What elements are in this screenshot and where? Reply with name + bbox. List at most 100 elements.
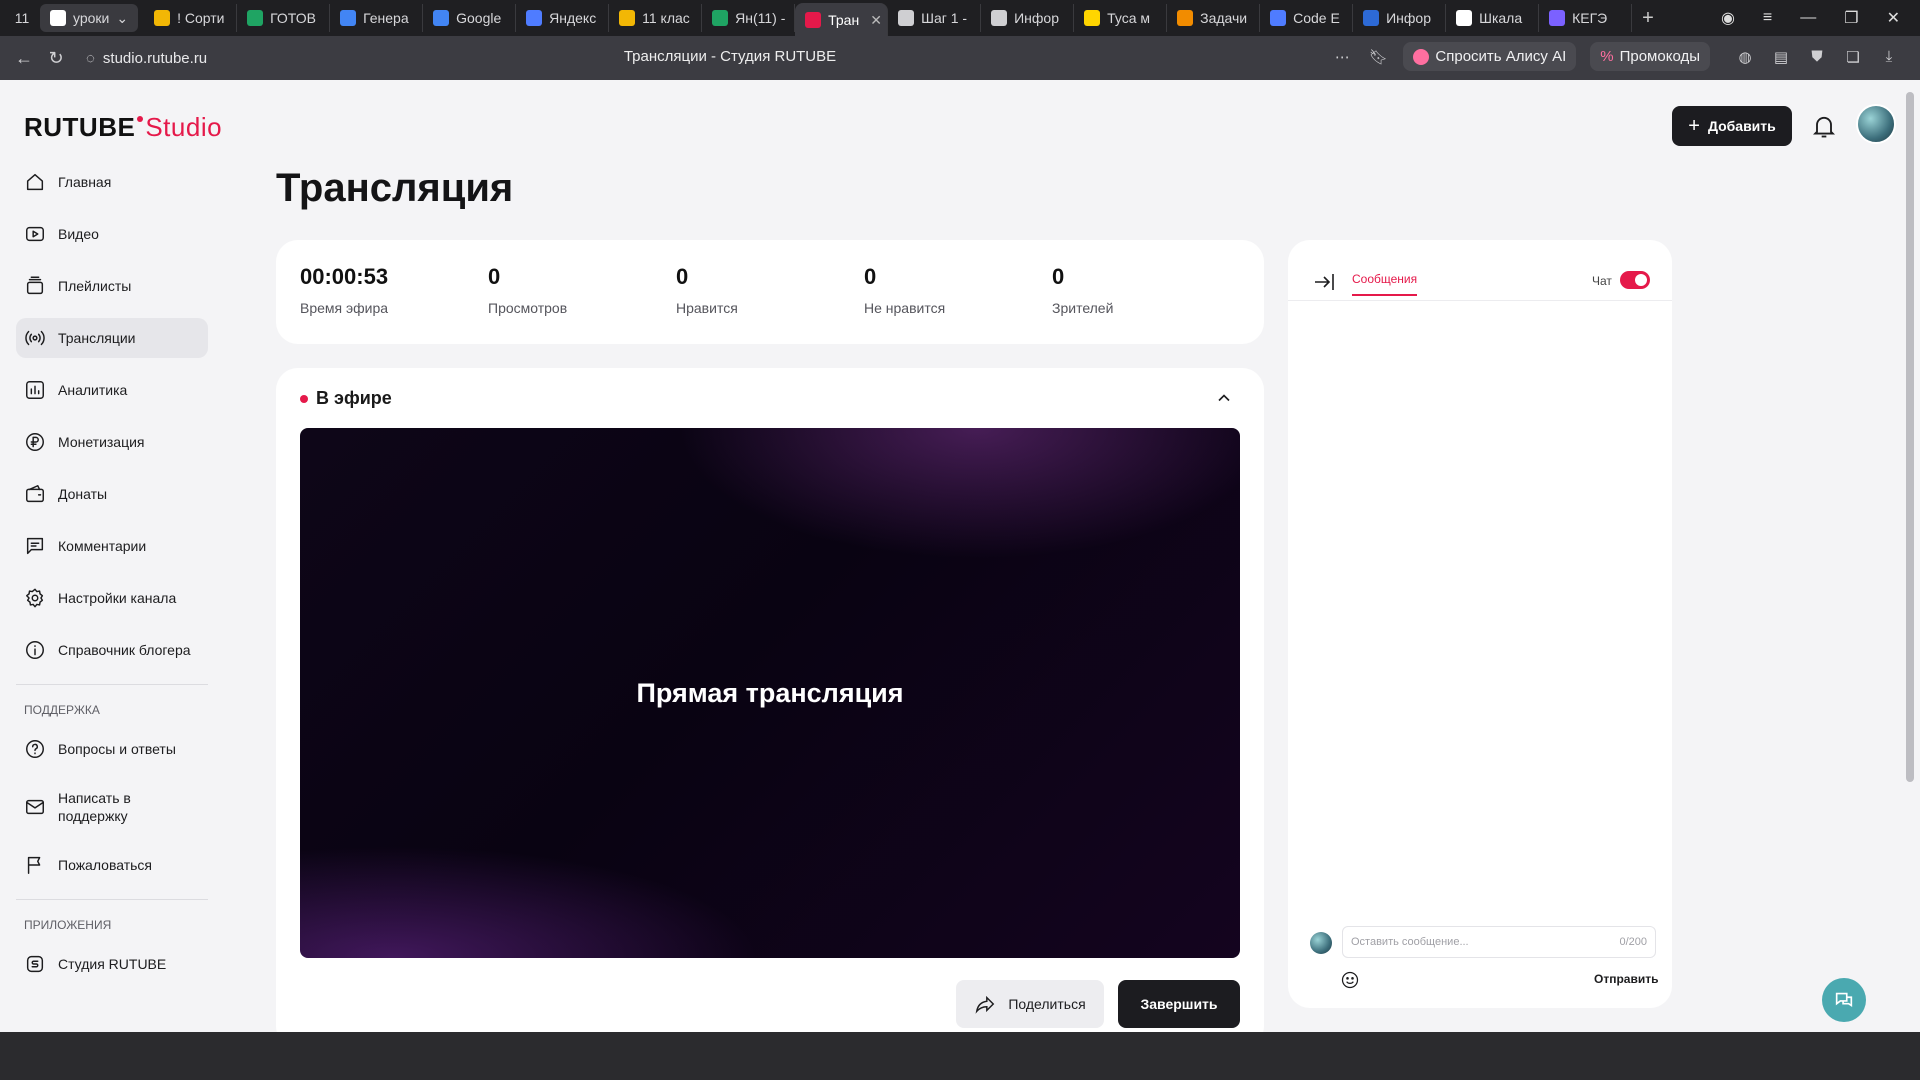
browser-tab[interactable]: Яндекс: [516, 4, 610, 32]
bell-icon[interactable]: [1810, 112, 1838, 140]
end-stream-button[interactable]: Завершить: [1118, 980, 1240, 1028]
minimize-icon[interactable]: —: [1800, 9, 1816, 27]
browser-tab[interactable]: ! Сорти: [144, 4, 238, 32]
chat-panel: Сообщения Чат Оставить сообщение... 0/20…: [1288, 240, 1672, 1008]
more-icon[interactable]: ⋯: [1331, 46, 1353, 68]
browser-tab[interactable]: ГОТОВ: [237, 4, 331, 32]
sidebar-item-label: Аналитика: [58, 382, 128, 398]
emoji-icon[interactable]: [1340, 970, 1360, 990]
tab-title: Инфор: [1386, 10, 1431, 26]
tab-favicon-icon: [247, 10, 264, 26]
sidebar-item-ruble[interactable]: Монетизация: [16, 422, 208, 462]
send-button[interactable]: Отправить: [1594, 972, 1658, 986]
sidebar-item-flag[interactable]: Пожаловаться: [16, 845, 208, 885]
end-stream-label: Завершить: [1140, 996, 1218, 1012]
restore-icon[interactable]: ❐: [1844, 8, 1858, 28]
browser-tab[interactable]: Шаг 1 -: [888, 4, 982, 32]
video-player[interactable]: Прямая трансляция: [300, 428, 1240, 958]
sidebar-item-analytics[interactable]: Аналитика: [16, 370, 208, 410]
browser-tab[interactable]: Тран ✕: [795, 3, 889, 37]
stat-value: 0: [864, 264, 877, 289]
mail-icon: [26, 799, 44, 815]
sidebar-item-wallet[interactable]: Донаты: [16, 474, 208, 514]
rutube-studio-logo[interactable]: RUTUBE Studio: [24, 112, 222, 143]
browser-tab[interactable]: 11 клас: [609, 4, 703, 32]
browser-tab-strip: 11 уроки ⌄ ! Сорти ГОТОВ Генера Google Яндек…: [0, 0, 1920, 37]
sidebar-apps-list: Студия RUTUBE: [16, 944, 208, 984]
sidebar-item-home[interactable]: Главная: [16, 162, 208, 202]
tab-count-badge[interactable]: 11: [8, 4, 36, 32]
sidebar-item-video[interactable]: Видео: [16, 214, 208, 254]
studio-page: RUTUBE Studio + Добавить Главная Видео Пле…: [0, 80, 1920, 1032]
tab-favicon-icon: [898, 10, 915, 26]
sidebar-item-broadcast[interactable]: Трансляции: [16, 318, 208, 358]
bookmark-icon[interactable]: 🔖︎: [1367, 46, 1389, 68]
help-chat-button[interactable]: [1822, 978, 1866, 1022]
chat-avatar: [1310, 932, 1332, 954]
stat-label: Зрителей: [1052, 300, 1114, 316]
chat-message-input[interactable]: Оставить сообщение... 0/200: [1342, 926, 1656, 958]
chat-bubble-icon: [1835, 992, 1853, 1008]
chat-toggle[interactable]: [1620, 271, 1650, 289]
tab-title: Code E: [1293, 10, 1340, 26]
tab-favicon-icon: [1549, 10, 1566, 26]
tab-favicon-icon: [1456, 10, 1473, 26]
menu-icon[interactable]: ≡: [1763, 9, 1772, 27]
browser-tab[interactable]: Google: [423, 4, 517, 32]
tab-title: Задачи: [1200, 10, 1248, 26]
tab-title: Тран: [828, 12, 860, 28]
promo-button[interactable]: % Промокоды: [1590, 42, 1710, 71]
support-section-title: ПОДДЕРЖКА: [24, 703, 100, 717]
percent-icon: %: [1600, 48, 1614, 65]
sidebar-item-playlist[interactable]: Плейлисты: [16, 266, 208, 306]
extension-icon[interactable]: ◍: [1734, 46, 1756, 68]
sidebar-item-studio[interactable]: Студия RUTUBE: [16, 944, 208, 984]
sidebar-item-question[interactable]: Вопросы и ответы: [16, 729, 208, 769]
tab-title: Шаг 1 -: [921, 10, 968, 26]
new-tab-button[interactable]: +: [1632, 7, 1664, 30]
stat-value: 0: [1052, 264, 1065, 289]
collapse-panel-icon[interactable]: [1312, 270, 1336, 294]
add-button[interactable]: + Добавить: [1672, 106, 1792, 146]
tab-favicon-icon: [619, 10, 636, 26]
tab-favicon-icon: [154, 10, 171, 26]
collections-icon[interactable]: ❏: [1842, 46, 1864, 68]
browser-tab[interactable]: Code E: [1260, 4, 1354, 32]
close-tab-icon[interactable]: ✕: [870, 12, 882, 29]
tab-group-uroki[interactable]: уроки ⌄: [40, 4, 139, 32]
tab-favicon-icon: [526, 10, 543, 26]
page-scrollbar[interactable]: [1906, 92, 1914, 782]
sidebar-item-label: Студия RUTUBE: [58, 956, 167, 972]
translate-icon[interactable]: ▤: [1770, 46, 1792, 68]
profile-icon[interactable]: ◉: [1721, 8, 1735, 28]
browser-tab[interactable]: Ян(11) -: [702, 4, 796, 32]
chevron-up-icon[interactable]: [1214, 388, 1234, 408]
apps-section-title: ПРИЛОЖЕНИЯ: [24, 918, 112, 932]
browser-tab[interactable]: Генера: [330, 4, 424, 32]
address-bar: ← ↻ ◌ studio.rutube.ru Трансляции - Студ…: [0, 36, 1920, 80]
sidebar-item-label: Справочник блогера: [58, 642, 191, 658]
browser-tab[interactable]: Задачи: [1167, 4, 1261, 32]
browser-tab[interactable]: Инфор: [981, 4, 1075, 32]
tab-favicon-icon: [1177, 10, 1194, 26]
sidebar-item-mail[interactable]: Написать в поддержку: [16, 781, 208, 833]
alice-button[interactable]: Спросить Алису AI: [1403, 42, 1577, 71]
tab-favicon-icon: [1363, 10, 1380, 26]
user-avatar[interactable]: [1856, 104, 1896, 144]
tab-messages[interactable]: Сообщения: [1352, 272, 1418, 296]
download-icon[interactable]: ⤓: [1878, 46, 1900, 68]
live-card: В эфире Прямая трансляция Поделиться Зав…: [276, 368, 1264, 1032]
share-button[interactable]: Поделиться: [956, 980, 1104, 1028]
tab-title: Инфор: [1014, 10, 1059, 26]
tab-favicon-icon: [1270, 10, 1287, 26]
browser-tab[interactable]: КЕГЭ: [1539, 4, 1633, 32]
shield-ext-icon[interactable]: ⛊: [1806, 46, 1828, 68]
sidebar-item-gear[interactable]: Настройки канала: [16, 578, 208, 618]
browser-tab[interactable]: Шкала: [1446, 4, 1540, 32]
sidebar-item-comment[interactable]: Комментарии: [16, 526, 208, 566]
browser-tab[interactable]: Туса м: [1074, 4, 1168, 32]
close-icon[interactable]: ✕: [1887, 8, 1900, 28]
sidebar-item-info[interactable]: Справочник блогера: [16, 630, 208, 670]
sidebar-item-label: Вопросы и ответы: [58, 741, 176, 757]
browser-tab[interactable]: Инфор: [1353, 4, 1447, 32]
